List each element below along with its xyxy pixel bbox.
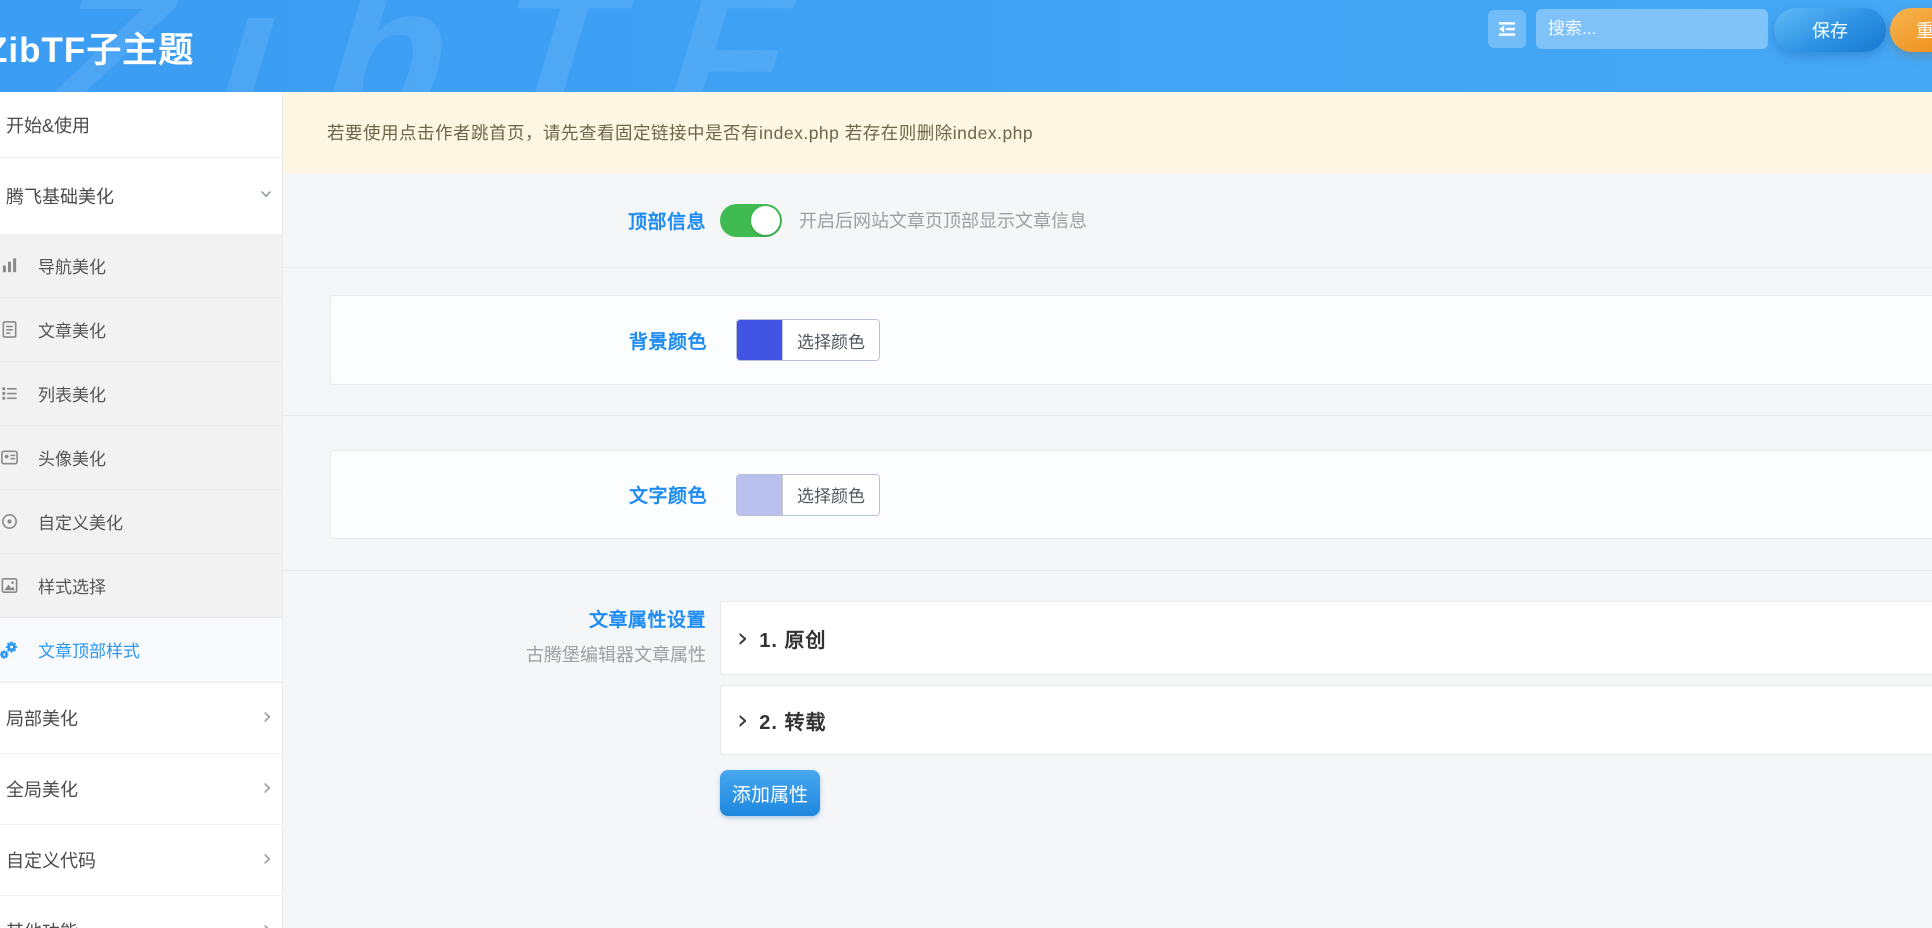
sidebar-item-list-beautify[interactable]: 列表美化 (0, 362, 282, 426)
post-attributes-label: 文章属性设置 (589, 610, 706, 631)
image-icon (0, 575, 20, 597)
text-color-swatch (737, 475, 782, 515)
chevron-right-icon: › (262, 704, 272, 728)
avatar-icon (0, 447, 20, 469)
setting-row-top-info: 顶部信息 开启后网站文章页顶部显示文章信息 (283, 173, 1932, 268)
sidebar: 开始&使用 腾飞基础美化 › 导航美化 文 (0, 92, 283, 928)
attribute-accordion-repost[interactable]: › 2. 转载 (720, 685, 1932, 755)
add-attribute-button[interactable]: 添加属性 (720, 770, 820, 816)
chevron-right-icon: › (262, 917, 272, 928)
setting-card: 背景颜色 选择颜色 (330, 295, 1932, 385)
bg-color-label: 背景颜色 (629, 332, 707, 353)
sidebar-item-label: 文章顶部样式 (38, 637, 140, 662)
main-content: 若要使用点击作者跳首页，请先查看固定链接中是否有index.php 若存在则删除… (283, 92, 1932, 928)
sidebar-item-article-beautify[interactable]: 文章美化 (0, 298, 282, 362)
top-info-label: 顶部信息 (628, 212, 706, 233)
chart-icon (0, 255, 20, 277)
reset-button[interactable]: 重置 (1890, 8, 1932, 52)
text-color-label: 文字颜色 (629, 486, 707, 507)
chevron-right-icon: › (737, 706, 748, 734)
sidebar-submenu: 导航美化 文章美化 列表美化 (0, 234, 282, 682)
sidebar-item-label: 开始&使用 (6, 112, 90, 138)
setting-card: 文字颜色 选择颜色 (330, 450, 1932, 539)
chevron-right-icon: › (262, 775, 272, 799)
sidebar-item-global-beautify[interactable]: 全局美化 › (0, 753, 282, 824)
setting-row-post-attributes: 文章属性设置 古腾堡编辑器文章属性 › 1. 原创 › 2. 转载 添加属性 (283, 571, 1932, 856)
article-icon (0, 319, 20, 341)
sidebar-item-post-top-style[interactable]: 文章顶部样式 (0, 618, 282, 682)
collapse-menu-icon (1497, 19, 1517, 39)
sidebar-item-avatar-beautify[interactable]: 头像美化 (0, 426, 282, 490)
sidebar-item-label: 腾飞基础美化 (6, 183, 114, 209)
text-color-picker-label: 选择颜色 (782, 475, 879, 515)
sidebar-item-custom-code[interactable]: 自定义代码 › (0, 824, 282, 895)
sidebar-item-label: 头像美化 (38, 445, 106, 470)
sidebar-item-other-features[interactable]: 其他功能 › (0, 895, 282, 928)
sidebar-item-tengfei-base[interactable]: 腾飞基础美化 › (0, 158, 282, 234)
post-attributes-description: 古腾堡编辑器文章属性 (283, 641, 706, 667)
sidebar-item-style-select[interactable]: 样式选择 (0, 554, 282, 618)
attribute-accordion-original[interactable]: › 1. 原创 (720, 601, 1932, 675)
sidebar-item-label: 导航美化 (38, 253, 106, 278)
sidebar-item-label: 局部美化 (6, 705, 78, 731)
notice-bar: 若要使用点击作者跳首页，请先查看固定链接中是否有index.php 若存在则删除… (283, 92, 1932, 173)
header: ZibTF ZibTF子主题 保存 重置 (0, 0, 1932, 92)
bg-color-picker-label: 选择颜色 (782, 320, 879, 360)
accordion-title: 2. 转载 (759, 706, 826, 735)
collapse-menu-button[interactable] (1488, 10, 1526, 48)
list-icon (0, 383, 20, 405)
chevron-down-icon: › (255, 189, 279, 199)
sidebar-item-label: 列表美化 (38, 381, 106, 406)
sidebar-item-label: 样式选择 (38, 573, 106, 598)
accordion-title: 1. 原创 (759, 624, 826, 653)
notice-text: 若要使用点击作者跳首页，请先查看固定链接中是否有index.php 若存在则删除… (327, 120, 1033, 145)
bg-color-picker[interactable]: 选择颜色 (736, 319, 880, 361)
sidebar-item-label: 全局美化 (6, 776, 78, 802)
sidebar-item-nav-beautify[interactable]: 导航美化 (0, 234, 282, 298)
search-input[interactable] (1536, 9, 1768, 49)
sidebar-item-label: 自定义美化 (38, 509, 123, 534)
text-color-picker[interactable]: 选择颜色 (736, 474, 880, 516)
chevron-right-icon: › (737, 624, 748, 652)
top-info-toggle[interactable] (720, 204, 782, 237)
top-info-description: 开启后网站文章页顶部显示文章信息 (799, 207, 1087, 233)
chevron-right-icon: › (262, 846, 272, 870)
bg-color-swatch (737, 320, 782, 360)
setting-row-text-color: 文字颜色 选择颜色 (283, 416, 1932, 571)
save-button[interactable]: 保存 (1774, 8, 1886, 52)
header-controls: 保存 重置 (1400, 0, 1932, 92)
toggle-knob (751, 206, 780, 235)
custom-icon (0, 511, 20, 533)
sidebar-item-label: 自定义代码 (6, 847, 96, 873)
sidebar-item-partial-beautify[interactable]: 局部美化 › (0, 682, 282, 753)
sidebar-item-custom-beautify[interactable]: 自定义美化 (0, 490, 282, 554)
sidebar-item-start-usage[interactable]: 开始&使用 (0, 92, 282, 158)
sidebar-item-label: 文章美化 (38, 317, 106, 342)
setting-row-bg-color: 背景颜色 选择颜色 (283, 268, 1932, 416)
gears-icon (0, 639, 20, 661)
sidebar-item-label: 其他功能 (6, 918, 78, 928)
page-title: ZibTF子主题 (0, 22, 194, 73)
